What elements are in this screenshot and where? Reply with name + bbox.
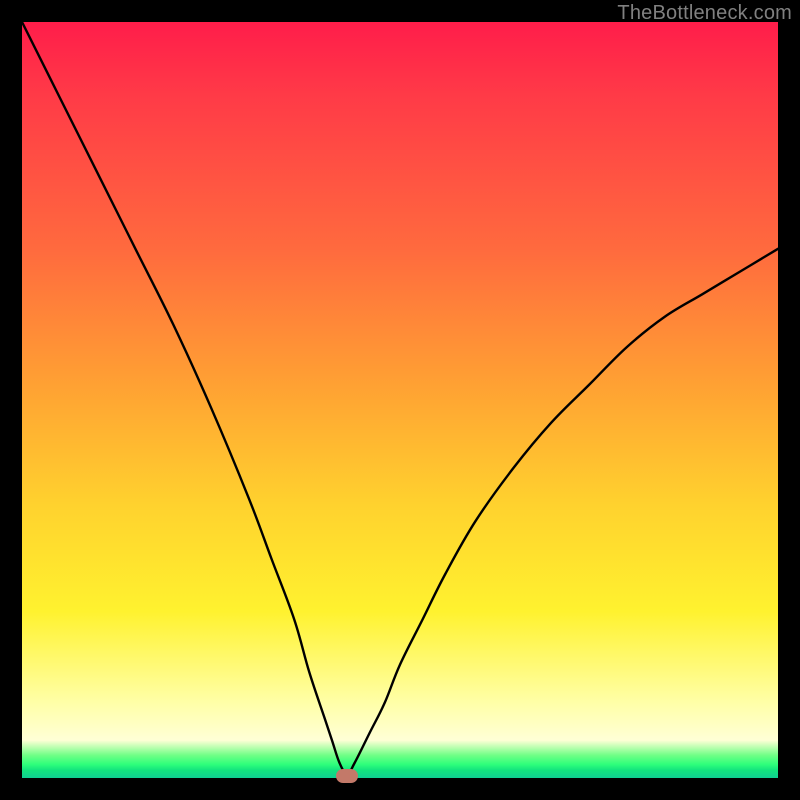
optimum-marker	[336, 769, 358, 783]
plot-area	[22, 22, 778, 778]
bottleneck-curve	[22, 22, 778, 774]
chart-frame: TheBottleneck.com	[0, 0, 800, 800]
curve-svg	[22, 22, 778, 778]
